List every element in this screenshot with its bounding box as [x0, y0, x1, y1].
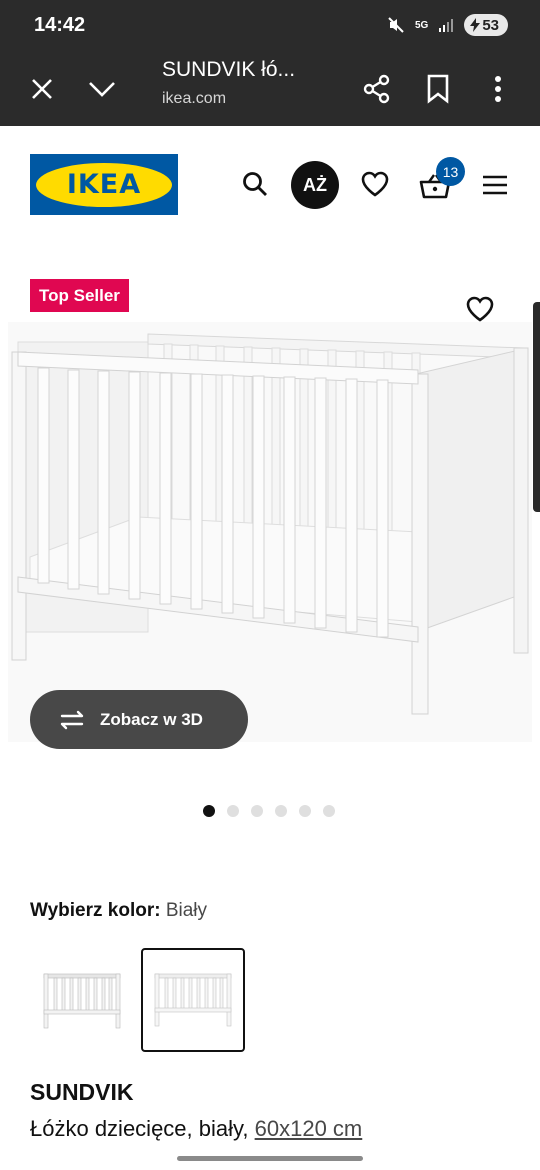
share-button[interactable]: [353, 65, 401, 113]
signal-icon: [439, 19, 454, 32]
status-icons: 5G 53: [387, 14, 508, 36]
carousel-dot[interactable]: [251, 805, 263, 817]
page-title[interactable]: SUNDVIK łó...: [162, 58, 295, 82]
mute-icon: [388, 17, 404, 33]
bookmark-button[interactable]: [414, 65, 462, 113]
close-tab-button[interactable]: [18, 65, 66, 113]
color-swatch-selected[interactable]: [141, 948, 245, 1052]
crib-thumbnail: [43, 973, 121, 1029]
charging-icon: [470, 18, 481, 32]
carousel-dot[interactable]: [203, 805, 215, 817]
favorite-button[interactable]: [458, 289, 502, 329]
more-options-button[interactable]: [474, 65, 522, 113]
page-host[interactable]: ikea.com: [162, 90, 226, 108]
chevron-down-icon: [89, 82, 115, 97]
battery-indicator: 53: [464, 14, 508, 36]
color-selector-label: Wybierz kolor: Biały: [30, 900, 207, 922]
hamburger-menu-icon: [483, 175, 507, 195]
carousel-dot[interactable]: [323, 805, 335, 817]
product-dimensions-link[interactable]: 60x120 cm: [255, 1116, 363, 1141]
status-time: 14:42: [34, 14, 86, 36]
color-value: Biały: [165, 900, 208, 921]
minimize-button[interactable]: [78, 65, 126, 113]
language-button[interactable]: AŻ: [291, 161, 339, 209]
battery-level: 53: [482, 16, 499, 34]
product-type: Łóżko dziecięce, biały,: [30, 1116, 249, 1141]
color-label-title: Wybierz kolor:: [30, 900, 161, 921]
close-icon: [32, 79, 52, 99]
color-swatch-option[interactable]: [30, 948, 134, 1052]
product-image-crib[interactable]: [8, 322, 532, 742]
view-3d-button[interactable]: Zobacz w 3D: [30, 690, 248, 749]
edge-panel-handle[interactable]: [533, 302, 540, 512]
top-seller-badge: Top Seller: [30, 279, 129, 312]
carousel-dot[interactable]: [275, 805, 287, 817]
product-gallery[interactable]: Top Seller Zobacz w 3D: [0, 242, 540, 842]
product-name: SUNDVIK: [30, 1079, 134, 1105]
search-button[interactable]: [238, 166, 272, 202]
ikea-logo[interactable]: IKEA: [30, 154, 178, 215]
carousel-dot[interactable]: [299, 805, 311, 817]
gesture-nav-bar[interactable]: [177, 1156, 363, 1161]
rotate-3d-icon: [60, 710, 84, 729]
menu-button[interactable]: [478, 170, 512, 200]
crib-thumbnail: [154, 973, 232, 1027]
bookmark-icon: [427, 74, 449, 104]
network-label: 5G: [414, 19, 429, 31]
cart-count-badge: 13: [436, 157, 465, 186]
search-icon: [243, 172, 267, 196]
heart-icon: [466, 296, 494, 322]
view-3d-label: Zobacz w 3D: [100, 709, 203, 729]
share-icon: [363, 74, 390, 104]
carousel-dots: [203, 805, 335, 817]
browser-toolbar: SUNDVIK łó... ikea.com: [0, 52, 540, 126]
product-description: Łóżko dziecięce, biały, 60x120 cm: [30, 1116, 362, 1142]
heart-icon: [361, 171, 389, 197]
carousel-dot[interactable]: [227, 805, 239, 817]
wishlist-button[interactable]: [357, 166, 393, 202]
status-bar: 14:42 5G 53: [0, 0, 540, 52]
site-header: IKEA AŻ 13: [0, 126, 540, 242]
more-vertical-icon: [495, 76, 501, 102]
logo-text: IKEA: [66, 169, 142, 200]
